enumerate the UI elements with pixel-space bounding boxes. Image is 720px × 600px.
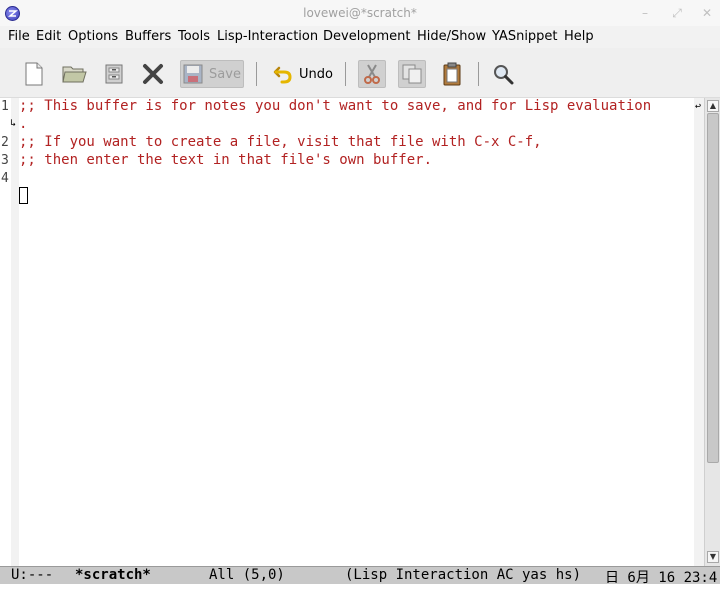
toolbar-separator	[345, 62, 346, 86]
new-file-icon	[25, 62, 43, 86]
clock: 日 6月 16 23:4	[605, 570, 718, 584]
line-number: 3	[1, 153, 9, 168]
major-minor-modes[interactable]: (Lisp Interaction AC yas hs)	[345, 567, 581, 583]
paste-icon	[443, 62, 461, 86]
cut-icon	[364, 64, 380, 84]
menu-yasnippet[interactable]: YASnippet	[492, 29, 558, 44]
save-icon	[183, 64, 203, 84]
title-bar: lovewei@*scratch* – ⤢ ✕	[0, 0, 720, 26]
menu-bar: File Edit Options Buffers Tools Lisp-Int…	[0, 26, 720, 48]
cut-button[interactable]	[358, 60, 386, 88]
search-button[interactable]	[490, 60, 516, 88]
undo-button[interactable]: Undo	[270, 60, 336, 88]
mode-line[interactable]: U:--- *scratch* All (5,0) (Lisp Interact…	[0, 566, 720, 584]
open-folder-icon	[62, 66, 87, 83]
menu-buffers[interactable]: Buffers	[125, 29, 171, 44]
copy-button[interactable]	[398, 60, 426, 88]
line-number: 2	[1, 135, 9, 150]
code-line: ;; then enter the text in that file's ow…	[19, 152, 433, 168]
dired-icon	[105, 64, 123, 84]
menu-tools[interactable]: Tools	[178, 29, 210, 44]
maximize-button[interactable]: ⤢	[668, 4, 686, 22]
window-title: lovewei@*scratch*	[303, 6, 417, 20]
scroll-up-arrow-icon[interactable]: ▲	[707, 100, 719, 112]
menu-lisp-interaction[interactable]: Lisp-Interaction	[217, 29, 318, 44]
close-icon	[143, 64, 163, 84]
new-file-button[interactable]	[22, 60, 46, 88]
left-fringe	[11, 98, 19, 566]
dired-button[interactable]	[102, 60, 126, 88]
right-fringe: ↩	[694, 98, 704, 566]
open-file-button[interactable]	[60, 60, 88, 88]
search-icon	[494, 65, 514, 85]
line-wrap-icon: ↳	[10, 118, 17, 129]
code-line: ;; This buffer is for notes you don't wa…	[19, 98, 652, 114]
scroll-down-arrow-icon[interactable]: ▼	[707, 551, 719, 563]
buffer-name[interactable]: *scratch*	[75, 567, 151, 583]
save-button[interactable]: Save	[180, 60, 244, 88]
code-line: .	[19, 116, 28, 132]
undo-icon	[273, 66, 292, 84]
scrollbar-thumb[interactable]	[707, 113, 719, 463]
save-label: Save	[209, 66, 241, 82]
menu-edit[interactable]: Edit	[36, 29, 61, 44]
undo-label: Undo	[299, 66, 333, 82]
menu-hide-show[interactable]: Hide/Show	[417, 29, 486, 44]
paste-button[interactable]	[438, 60, 466, 88]
buffer-position: All (5,0)	[209, 567, 285, 583]
minimize-button[interactable]: –	[636, 4, 654, 22]
toolbar-separator	[256, 62, 257, 86]
toolbar: Save Undo	[0, 48, 720, 98]
line-number: 4	[1, 171, 9, 186]
line-number: 1	[1, 99, 9, 114]
editor-area[interactable]: ;; This buffer is for notes you don't wa…	[19, 98, 694, 566]
menu-file[interactable]: File	[8, 29, 30, 44]
line-number-gutter: 1 2 3 4	[0, 98, 11, 566]
text-cursor	[19, 187, 28, 204]
vertical-scrollbar[interactable]: ▲ ▼	[704, 98, 720, 566]
copy-icon	[402, 64, 422, 84]
close-window-button[interactable]: ✕	[698, 4, 716, 22]
minibuffer[interactable]	[0, 584, 720, 600]
menu-options[interactable]: Options	[68, 29, 118, 44]
kill-buffer-button[interactable]	[141, 60, 165, 88]
toolbar-separator	[478, 62, 479, 86]
menu-development[interactable]: Development	[323, 29, 411, 44]
menu-help[interactable]: Help	[564, 29, 594, 44]
code-line: ;; If you want to create a file, visit t…	[19, 134, 542, 150]
buffer-status: U:---	[11, 567, 54, 583]
line-continuation-icon: ↩	[695, 101, 702, 112]
